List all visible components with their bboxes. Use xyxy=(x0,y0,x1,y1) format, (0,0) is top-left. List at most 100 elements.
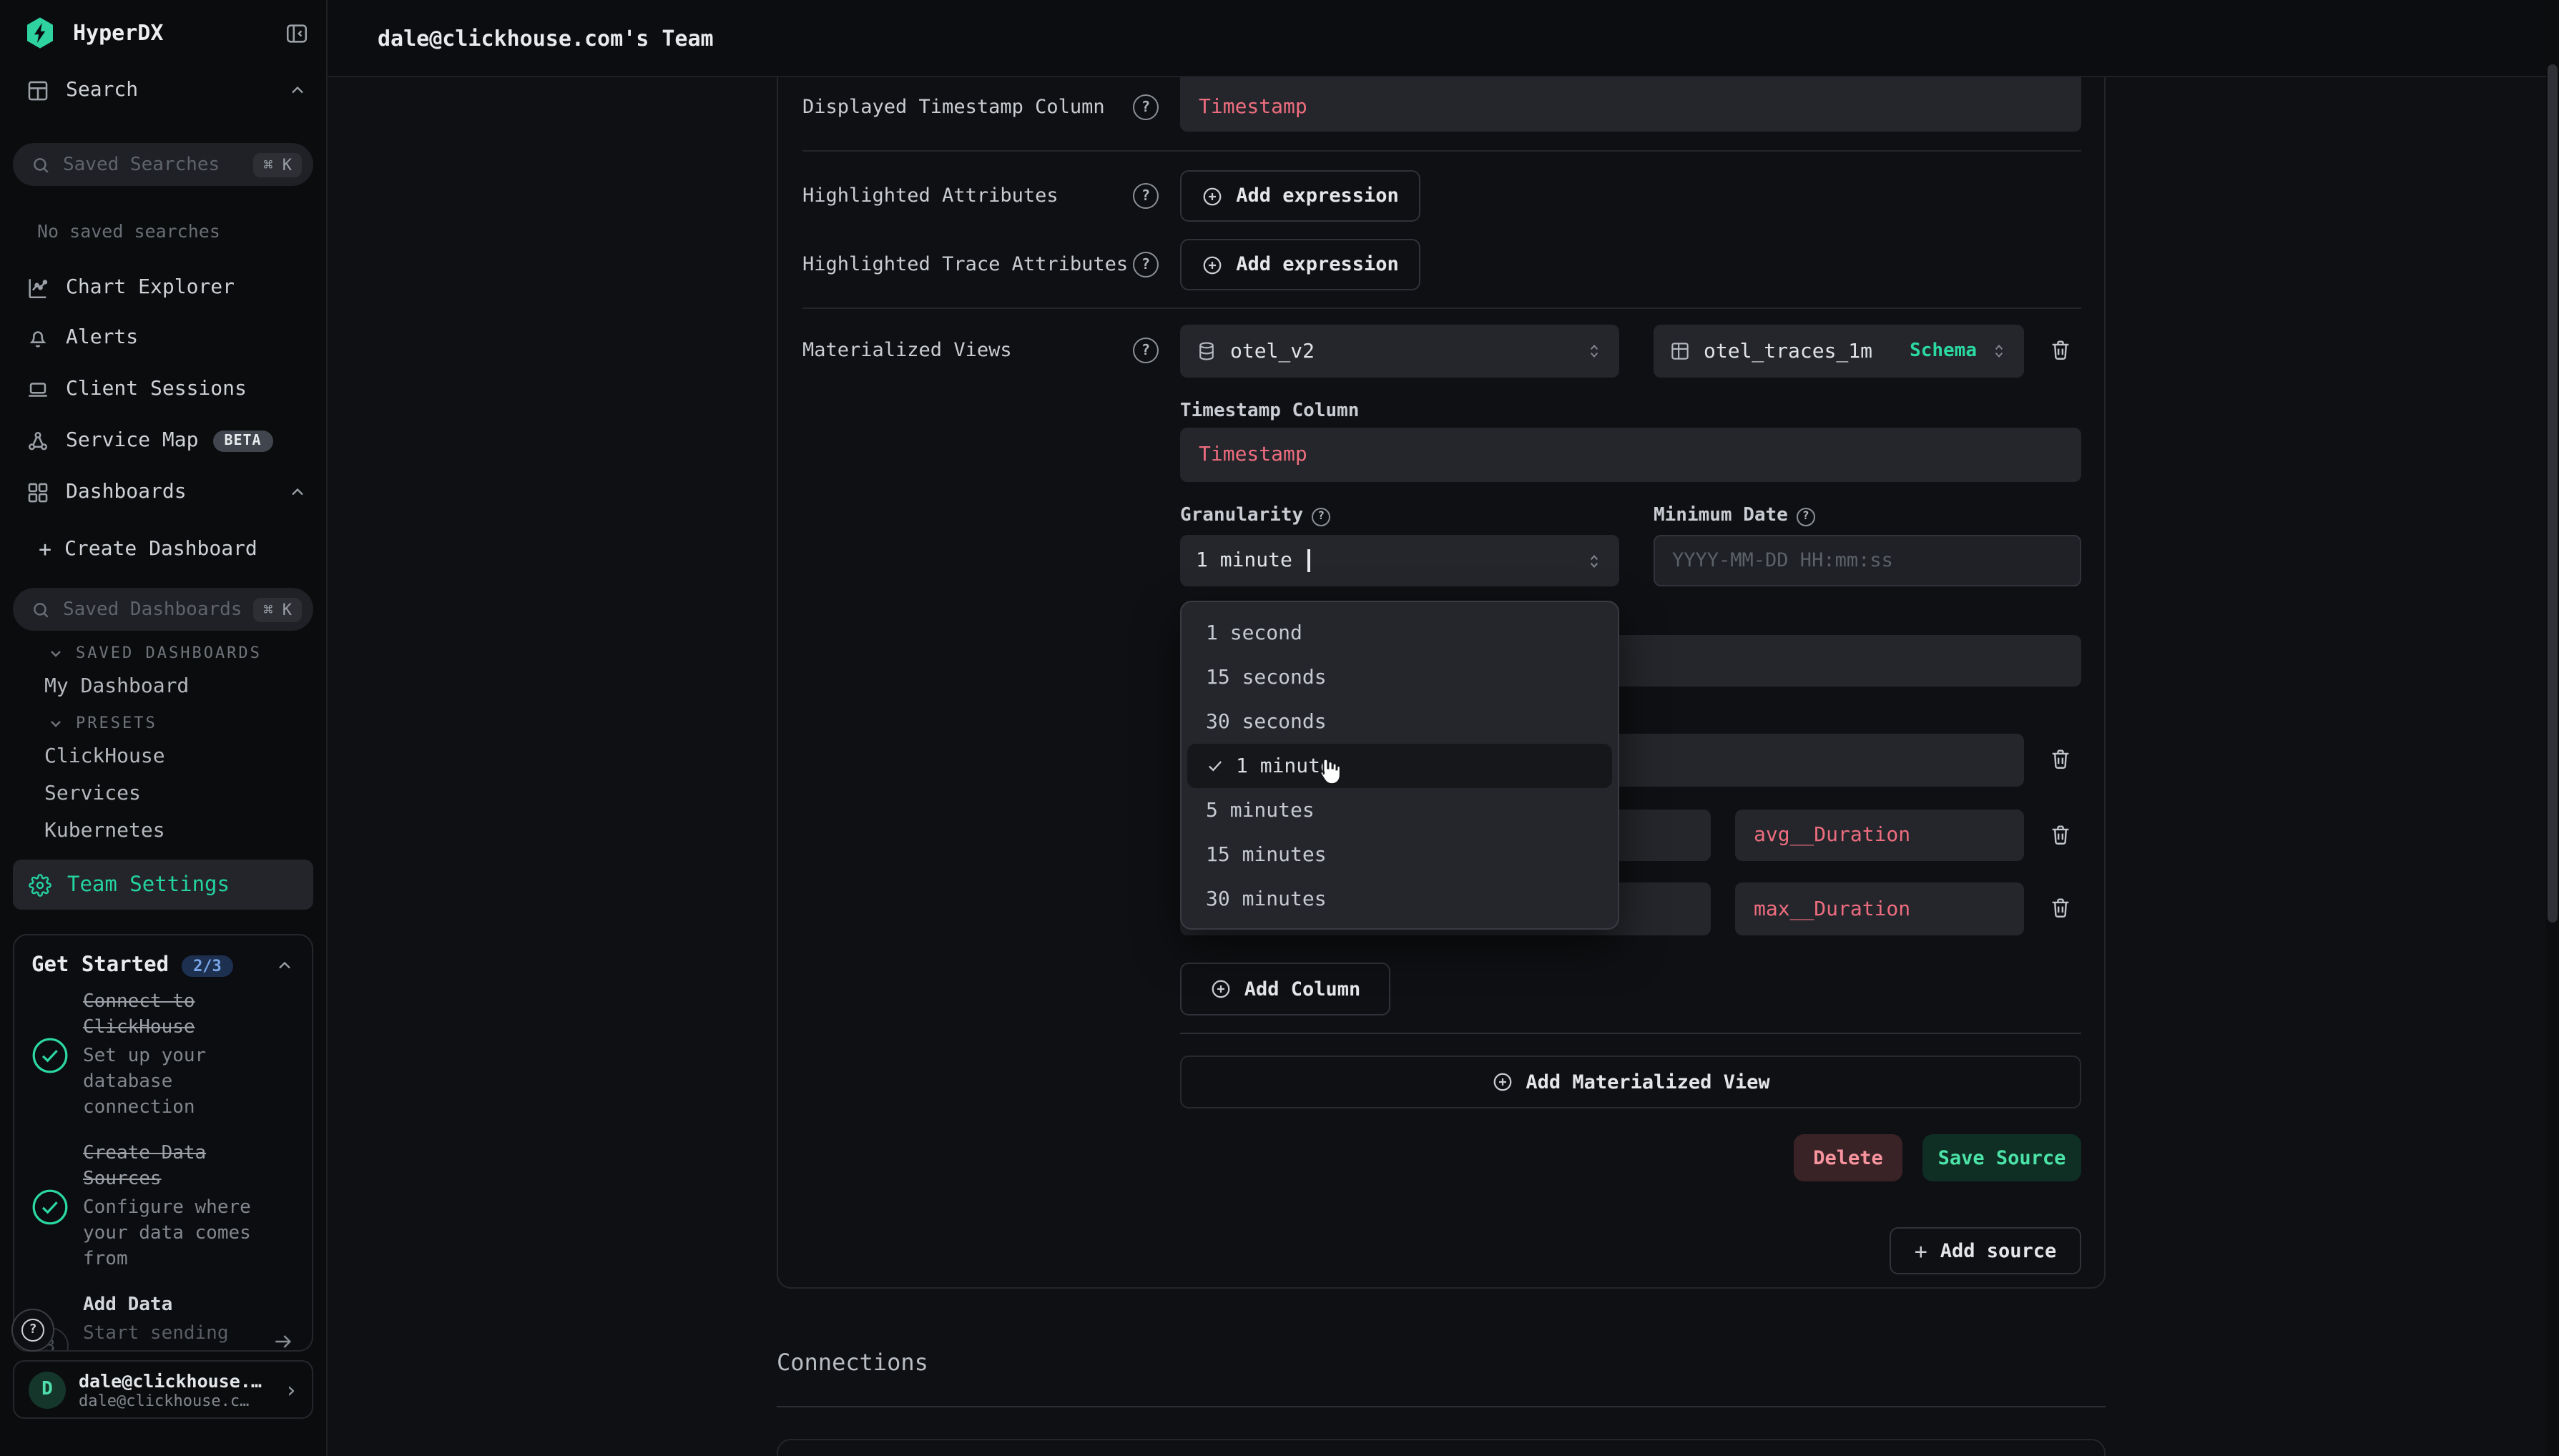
plus-icon: + xyxy=(39,536,51,562)
get-started-step-connect[interactable]: Connect to ClickHouse Set up your databa… xyxy=(14,990,312,1121)
delete-view-trash-icon[interactable] xyxy=(2048,338,2074,363)
timestamp-column-label: Timestamp Column xyxy=(1180,399,1359,425)
menu-option-15-seconds[interactable]: 15 seconds xyxy=(1187,655,1612,699)
add-column-button[interactable]: Add Column xyxy=(1180,963,1390,1015)
save-source-button[interactable]: Save Source xyxy=(1922,1134,2081,1181)
help-circle-icon[interactable]: ? xyxy=(1133,338,1159,363)
chevron-down-icon xyxy=(47,714,64,732)
main-area: dale@clickhouse.com's Team Displayed Tim… xyxy=(328,0,2559,1456)
delete-button[interactable]: Delete xyxy=(1794,1134,1902,1181)
dashboards-icon xyxy=(26,480,50,504)
get-started-card: Get Started 2/3 Connect to ClickHouse Se… xyxy=(13,934,313,1352)
sidebar-item-services[interactable]: Services xyxy=(44,782,141,805)
sidebar-item-chart-explorer[interactable]: Chart Explorer xyxy=(0,267,328,308)
scrollbar-thumb[interactable] xyxy=(2548,64,2558,923)
saved-searches-input[interactable]: Saved Searches ⌘ K xyxy=(13,143,313,186)
help-circle-icon[interactable]: ? xyxy=(1133,94,1159,120)
saved-dashboards-placeholder: Saved Dashboards xyxy=(63,599,253,620)
get-started-title: Get Started xyxy=(31,954,169,977)
chevron-up-icon[interactable] xyxy=(288,482,308,502)
sidebar-item-alerts[interactable]: Alerts xyxy=(0,318,328,358)
search-section-icon xyxy=(26,78,50,102)
get-started-step-add-data[interactable]: 3 Add Data Start sending logs, metrics, … xyxy=(14,1293,312,1352)
minimum-date-input[interactable] xyxy=(1654,535,2081,586)
help-circle-icon[interactable]: ? xyxy=(1133,252,1159,277)
sidebar-item-kubernetes[interactable]: Kubernetes xyxy=(44,820,165,842)
displayed-timestamp-input[interactable]: Timestamp xyxy=(1180,77,2081,132)
help-button[interactable]: ? xyxy=(11,1309,54,1352)
add-expression-button[interactable]: Add expression xyxy=(1180,170,1420,222)
step-title: Connect to ClickHouse xyxy=(83,991,195,1038)
table-icon xyxy=(1669,340,1691,362)
menu-option-5-minutes[interactable]: 5 minutes xyxy=(1187,788,1612,832)
help-circle-icon[interactable]: ? xyxy=(1312,507,1330,526)
sidebar-item-my-dashboard[interactable]: My Dashboard xyxy=(44,675,189,698)
user-menu[interactable]: D dale@clickhouse.… dale@clickhouse.c… › xyxy=(13,1360,313,1419)
timestamp-column-input[interactable]: Timestamp xyxy=(1180,428,2081,482)
add-source-button[interactable]: + Add source xyxy=(1890,1227,2081,1274)
progress-badge: 2/3 xyxy=(182,955,233,976)
add-expression-button[interactable]: Add expression xyxy=(1180,239,1420,290)
presets-group[interactable]: PRESETS xyxy=(47,714,157,732)
chevron-up-icon[interactable] xyxy=(275,955,295,975)
plus-icon: + xyxy=(1915,1238,1927,1264)
sidebar-collapse-icon[interactable] xyxy=(285,21,309,45)
delete-column-trash-icon[interactable] xyxy=(2048,822,2074,848)
help-circle-icon[interactable]: ? xyxy=(1797,507,1815,526)
menu-option-1-minute[interactable]: 1 minute xyxy=(1187,744,1612,788)
mv-column-expression-input[interactable]: avg__Duration xyxy=(1735,810,2024,861)
delete-column-trash-icon[interactable] xyxy=(2048,895,2074,921)
sidebar-item-dashboards[interactable]: Dashboards xyxy=(0,472,328,512)
highlighted-attributes-label: Highlighted Attributes xyxy=(802,182,1059,210)
menu-option-1-second[interactable]: 1 second xyxy=(1187,611,1612,655)
service-map-icon xyxy=(26,428,50,453)
sidebar-item-clickhouse[interactable]: ClickHouse xyxy=(44,745,165,768)
sidebar-item-service-map[interactable]: Service Map BETA xyxy=(0,420,328,461)
create-dashboard-button[interactable]: + Create Dashboard xyxy=(0,532,328,566)
add-materialized-view-button[interactable]: Add Materialized View xyxy=(1180,1056,2081,1108)
menu-option-15-minutes[interactable]: 15 minutes xyxy=(1187,832,1612,877)
mouse-cursor xyxy=(1312,755,1343,790)
help-circle-icon[interactable]: ? xyxy=(1133,183,1159,209)
view-select[interactable]: otel_v2 xyxy=(1180,325,1619,378)
granularity-menu: 1 second 15 seconds 30 seconds 1 minute … xyxy=(1180,601,1619,930)
laptop-icon xyxy=(26,377,50,401)
shortcut-badge: ⌘ K xyxy=(253,597,302,621)
sidebar-item-search[interactable]: Search xyxy=(0,70,328,110)
menu-option-30-seconds[interactable]: 30 seconds xyxy=(1187,699,1612,744)
sidebar-item-team-settings[interactable]: Team Settings xyxy=(13,860,313,910)
get-started-header[interactable]: Get Started 2/3 xyxy=(14,935,312,990)
saved-dashboards-group[interactable]: SAVED DASHBOARDS xyxy=(47,644,262,662)
team-settings-label: Team Settings xyxy=(67,873,230,896)
user-name: dale@clickhouse.… xyxy=(79,1369,272,1391)
table-select[interactable]: otel_traces_1m Schema xyxy=(1654,325,2024,378)
step-desc: Configure where your data comes from xyxy=(83,1196,295,1273)
select-chevrons-icon xyxy=(1990,342,2008,360)
delete-column-trash-icon[interactable] xyxy=(2048,747,2074,772)
app-name: HyperDX xyxy=(73,20,163,46)
sidebar: HyperDX Search Saved Searches ⌘ K No sav… xyxy=(0,0,328,1456)
saved-dashboards-input[interactable]: Saved Dashboards ⌘ K xyxy=(13,588,313,631)
get-started-step-sources[interactable]: Create Data Sources Configure where your… xyxy=(14,1141,312,1273)
check-circle-icon xyxy=(31,1037,69,1074)
arrow-right-icon xyxy=(272,1330,295,1352)
granularity-select[interactable]: 1 minute xyxy=(1180,535,1619,586)
chevron-right-icon: › xyxy=(285,1377,298,1402)
highlighted-trace-attributes-label: Highlighted Trace Attributes xyxy=(802,250,1128,279)
connections-panel xyxy=(777,1439,2106,1456)
user-email: dale@clickhouse.c… xyxy=(79,1391,272,1410)
chevron-up-icon[interactable] xyxy=(288,80,308,100)
sidebar-item-client-sessions[interactable]: Client Sessions xyxy=(0,369,328,409)
mv-column-expression-input[interactable]: max__Duration xyxy=(1735,882,2024,935)
chevron-down-icon xyxy=(47,644,64,661)
step-title: Add Data xyxy=(83,1294,172,1316)
menu-option-30-minutes[interactable]: 30 minutes xyxy=(1187,877,1612,921)
divider xyxy=(802,308,2081,309)
bell-icon xyxy=(26,325,50,350)
team-settings-content: Displayed Timestamp Column ? Timestamp H… xyxy=(328,77,2559,1456)
scrollbar-track[interactable] xyxy=(2546,0,2559,1456)
hyperdx-logo-icon xyxy=(23,16,57,50)
plus-circle-icon xyxy=(1210,978,1232,1000)
text-caret xyxy=(1308,549,1311,572)
schema-badge[interactable]: Schema xyxy=(1910,340,1977,362)
